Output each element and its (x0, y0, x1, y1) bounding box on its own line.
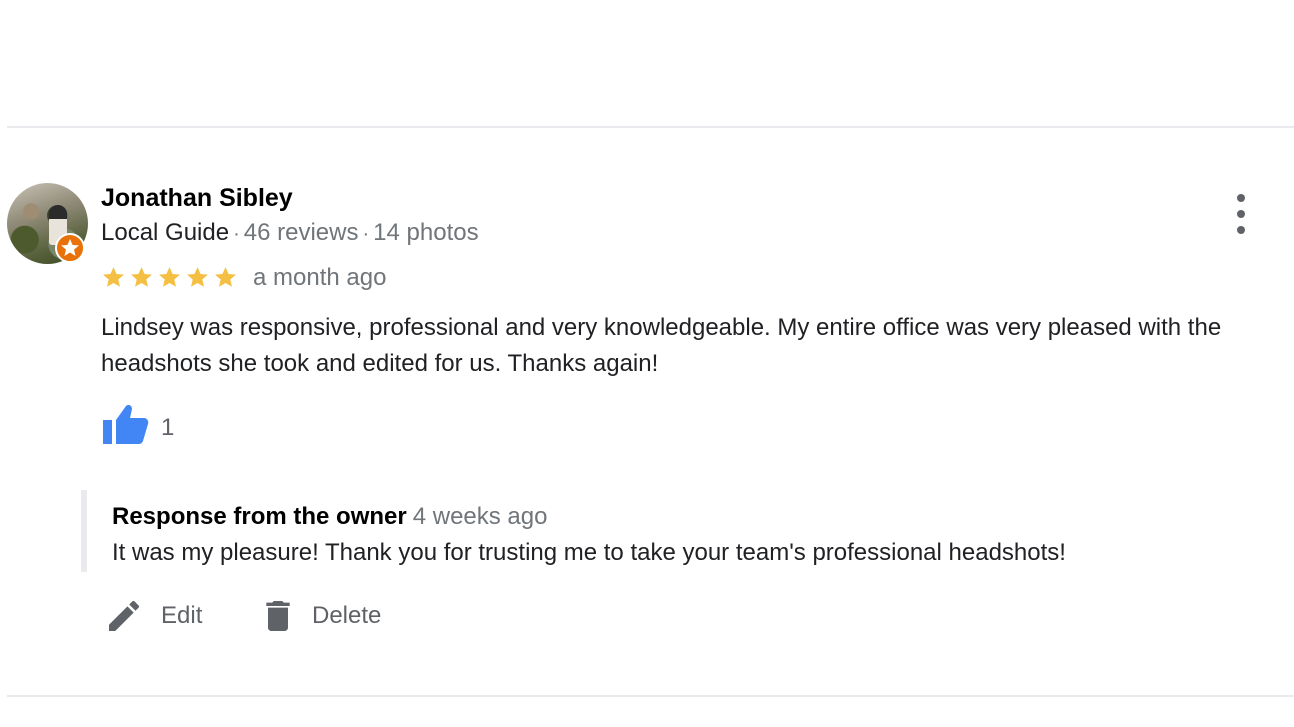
owner-response-label: Response from the owner (112, 503, 407, 530)
local-guide-label: Local Guide (101, 219, 230, 246)
trash-icon (266, 601, 290, 631)
reviews-count: 46 reviews (243, 219, 359, 246)
owner-response-time: 4 weeks ago (412, 503, 548, 530)
review-text: Lindsey was responsive, professional and… (101, 314, 1222, 377)
like-count: 1 (161, 414, 175, 441)
owner-response-header: Response from the owner 4 weeks ago (112, 503, 547, 531)
star-icon (131, 267, 152, 287)
photos-count: 14 photos (373, 219, 479, 246)
reviewer-meta: Local Guide · 46 reviews · 14 photos (101, 219, 479, 247)
top-divider (7, 126, 1294, 128)
bottom-divider (7, 695, 1294, 697)
more-options-button[interactable] (1226, 194, 1256, 234)
thumbs-up-icon[interactable] (101, 402, 151, 446)
review-time: a month ago (253, 264, 387, 291)
owner-response-text: It was my pleasure! Thank you for trusti… (112, 539, 1066, 566)
delete-button[interactable]: Delete (258, 596, 381, 636)
star-icon (103, 267, 124, 287)
star-icon (187, 267, 208, 287)
star-icon (215, 267, 236, 287)
edit-label: Edit (161, 602, 203, 629)
meta-separator: · (362, 223, 370, 245)
more-vert-icon (1237, 194, 1245, 202)
star-rating (101, 265, 238, 290)
owner-response: Response from the owner 4 weeks ago It wa… (81, 490, 1267, 572)
delete-label: Delete (312, 602, 382, 629)
pencil-icon (109, 600, 140, 631)
reviewer-name[interactable]: Jonathan Sibley (101, 184, 293, 213)
meta-separator: · (233, 223, 240, 245)
star-icon (159, 267, 180, 287)
local-guide-star-icon (55, 233, 85, 263)
edit-button[interactable]: Edit (104, 596, 202, 636)
